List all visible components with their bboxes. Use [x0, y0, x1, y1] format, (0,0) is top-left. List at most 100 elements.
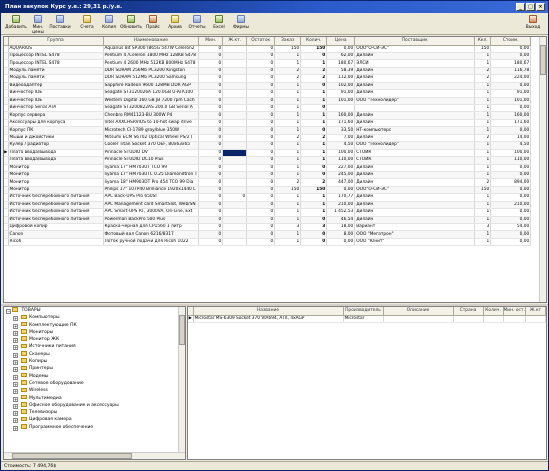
- table-cell[interactable]: 0: [246, 171, 276, 180]
- table-cell[interactable]: 110,00: [326, 156, 356, 165]
- table-cell[interactable]: 0,00: [490, 230, 532, 239]
- table-cell[interactable]: Дилайн: [354, 178, 476, 187]
- table-cell[interactable]: Iiyama 17" HM703UTC 0.25 Diamondtron T: [103, 171, 200, 180]
- detail-column-header[interactable]: Ж.кт: [525, 307, 546, 316]
- collapse-icon[interactable]: −: [6, 309, 11, 314]
- table-cell[interactable]: [222, 178, 248, 187]
- table-cell[interactable]: 1: [274, 156, 302, 165]
- table-cell[interactable]: Дилайн: [354, 82, 476, 91]
- tree-item[interactable]: + Мультимедиа: [4, 394, 185, 402]
- column-header[interactable]: Остаток: [246, 37, 276, 46]
- table-cell[interactable]: 1: [300, 111, 328, 120]
- table-cell[interactable]: 4,50: [326, 141, 356, 150]
- table-cell[interactable]: 1: [474, 59, 492, 68]
- table-row[interactable]: Процессор INTEL S478 Pentium 4 2600 MHz 5…: [4, 59, 532, 68]
- expand-icon[interactable]: +: [13, 411, 18, 417]
- table-cell[interactable]: [222, 216, 248, 225]
- exit-button[interactable]: Выход: [522, 14, 544, 34]
- table-cell[interactable]: 0: [198, 89, 224, 98]
- table-row[interactable]: Мыши и джойстики Mitsumi ECM S6702 Optica…: [4, 134, 532, 143]
- table-cell[interactable]: 1: [474, 216, 492, 225]
- tree-item[interactable]: + Источники питания: [4, 343, 185, 351]
- minimize-button[interactable]: _: [516, 3, 525, 11]
- table-cell[interactable]: [222, 111, 248, 120]
- table-cell[interactable]: 1: [474, 119, 492, 128]
- table-cell[interactable]: 2: [474, 134, 492, 143]
- table-cell[interactable]: 0: [222, 193, 248, 202]
- table-cell[interactable]: 58,39: [326, 67, 356, 76]
- expand-icon[interactable]: +: [13, 367, 18, 373]
- table-cell[interactable]: Кулер / радиатор: [8, 141, 104, 150]
- table-cell[interactable]: Монитор: [8, 164, 104, 172]
- table-cell[interactable]: 0: [246, 238, 276, 247]
- grid-vertical-scrollbar[interactable]: [539, 37, 546, 302]
- table-cell[interactable]: Лоток ручной подачи для Ricoh 1022: [103, 238, 200, 247]
- table-cell[interactable]: Дилайн: [354, 52, 476, 61]
- reports-button[interactable]: Отчеты: [186, 14, 208, 34]
- table-cell[interactable]: Дилайн: [354, 193, 476, 202]
- table-cell[interactable]: 2: [300, 178, 328, 187]
- table-cell[interactable]: СТОИК: [354, 156, 476, 165]
- table-cell[interactable]: 1: [274, 141, 302, 150]
- tree-scroll-thumb[interactable]: [179, 315, 185, 345]
- table-cell[interactable]: 0,00: [490, 52, 532, 61]
- table-cell[interactable]: Монитор: [8, 186, 104, 195]
- expand-icon[interactable]: +: [13, 381, 18, 387]
- table-cell[interactable]: 0: [198, 67, 224, 76]
- table-cell[interactable]: 100,00: [326, 149, 356, 158]
- table-cell[interactable]: Плата ввода/вывода: [8, 149, 104, 158]
- table-cell[interactable]: 0: [246, 186, 276, 195]
- tree-horizontal-scrollbar[interactable]: [4, 452, 185, 459]
- tree-item[interactable]: + Сетевое оборудование: [4, 380, 185, 387]
- table-cell[interactable]: 1: [300, 193, 328, 202]
- table-cell[interactable]: 101,00: [326, 97, 356, 106]
- table-cell[interactable]: [222, 230, 248, 239]
- table-cell[interactable]: 0,00: [490, 104, 532, 113]
- column-header[interactable]: Наименование: [103, 37, 200, 46]
- detail-column-header[interactable]: Мин. ост.: [503, 307, 526, 316]
- table-cell[interactable]: 1: [474, 104, 492, 113]
- table-cell[interactable]: 0: [246, 156, 276, 165]
- table-cell[interactable]: Дилайн: [354, 164, 476, 172]
- table-cell[interactable]: 0,00: [326, 45, 356, 53]
- detail-column-header[interactable]: Описание: [383, 307, 454, 316]
- tree-item[interactable]: + Принтеры: [4, 365, 185, 373]
- tree-item[interactable]: + Цифровая камера: [4, 416, 185, 424]
- detail-cell[interactable]: [483, 315, 504, 323]
- table-cell[interactable]: Краска-черная для CP1560 1 литр: [103, 223, 200, 232]
- table-cell[interactable]: 0: [246, 141, 276, 150]
- table-cell[interactable]: 0: [246, 178, 276, 187]
- table-cell[interactable]: 1: [300, 201, 328, 210]
- table-cell[interactable]: 1: [274, 89, 302, 98]
- table-cell[interactable]: 0: [300, 164, 328, 172]
- table-cell[interactable]: 14,00: [490, 134, 532, 143]
- table-cell[interactable]: 18,00: [326, 223, 356, 232]
- table-cell[interactable]: 0,00: [490, 82, 532, 91]
- table-cell[interactable]: Cooler Titan Socket 370 OEF, 80x63x65: [103, 141, 200, 150]
- table-cell[interactable]: 0,00: [326, 238, 356, 247]
- table-cell[interactable]: Iiyama 18" HM903DT Pro 454 TCO 99 Dia: [103, 178, 200, 187]
- tree-item[interactable]: + Сканеры: [4, 351, 185, 358]
- table-row[interactable]: Источник бесперебойного питания APC Back-…: [4, 193, 532, 202]
- table-cell[interactable]: 0: [198, 230, 224, 239]
- add-button[interactable]: Добавить: [5, 14, 27, 34]
- table-cell[interactable]: 0: [246, 126, 276, 135]
- table-cell[interactable]: [222, 82, 248, 91]
- table-cell[interactable]: 0: [198, 186, 224, 195]
- table-cell[interactable]: ООО"О-СИ-ЭС": [354, 186, 476, 195]
- table-cell[interactable]: 0: [300, 126, 328, 135]
- table-cell[interactable]: [222, 223, 248, 232]
- table-cell[interactable]: [222, 149, 248, 158]
- table-cell[interactable]: 1: [274, 104, 302, 113]
- table-cell[interactable]: 150: [474, 45, 492, 53]
- table-cell[interactable]: 2: [274, 74, 302, 83]
- tree-vertical-scrollbar[interactable]: [178, 307, 185, 459]
- table-cell[interactable]: Корпус сервера: [8, 111, 104, 120]
- table-cell[interactable]: 1: [474, 89, 492, 98]
- detail-column-header[interactable]: Колич.: [483, 307, 504, 316]
- table-cell[interactable]: Pentium 4 /Celeron 1800 MHz 128KB S478: [103, 52, 200, 61]
- table-cell[interactable]: 2: [274, 178, 302, 187]
- table-cell[interactable]: 1: [300, 141, 328, 150]
- table-cell[interactable]: 0: [246, 208, 276, 217]
- table-cell[interactable]: Дилайн: [354, 67, 476, 76]
